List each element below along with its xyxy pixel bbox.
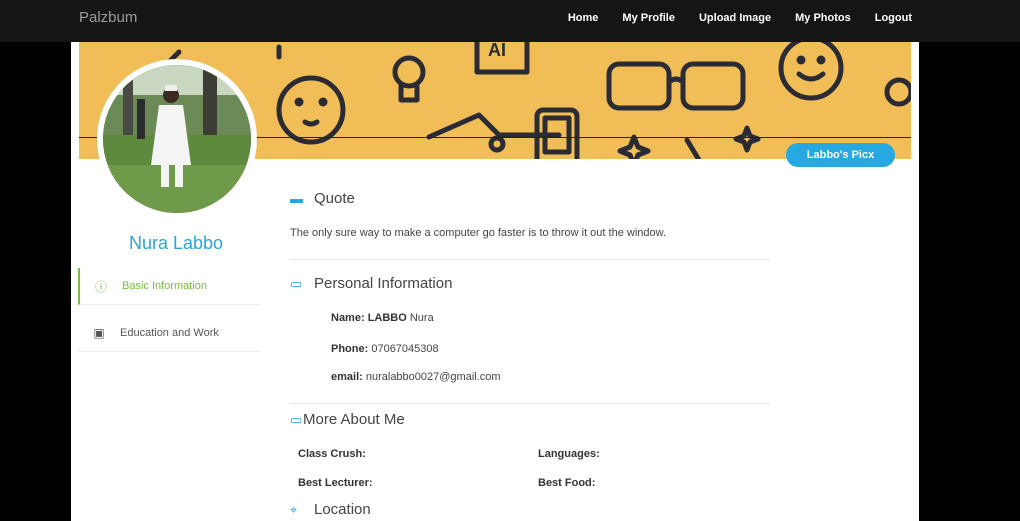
info-icon: ⓘ [94, 279, 107, 294]
avatar-ring [97, 59, 257, 219]
quote-text: The only sure way to make a computer go … [290, 227, 667, 239]
divider [290, 259, 770, 260]
avatar[interactable] [103, 65, 251, 213]
personal-info-title: Personal Information [314, 275, 453, 292]
sidebar-item-education-and-work[interactable]: ▣ Education and Work [78, 315, 259, 352]
nav-logout[interactable]: Logout [875, 12, 912, 24]
quote-title: Quote [314, 190, 355, 207]
name-surname: LABBO [367, 312, 407, 324]
avatar-photo [103, 65, 251, 213]
navbar: Palzbum Home My Profile Upload Image My … [0, 0, 1020, 42]
class-crush-label: Class Crush: [298, 448, 366, 460]
languages-label: Languages: [538, 448, 600, 460]
phone-label: Phone: [331, 343, 369, 355]
profile-name: Nura Labbo [128, 233, 224, 253]
email-value: nuralabbo0027@gmail.com [362, 371, 501, 383]
briefcase-icon: ▭ [290, 411, 303, 427]
nav-links: Home My Profile Upload Image My Photos L… [544, 12, 912, 24]
phone-field: Phone: 07067045308 [331, 343, 439, 355]
book-icon: ▬ [290, 191, 303, 206]
quote-heading: ▬ Quote [290, 190, 355, 207]
nav-upload-image[interactable]: Upload Image [699, 12, 771, 24]
location-heading: ⌖ Location [290, 501, 371, 518]
nav-my-profile[interactable]: My Profile [622, 12, 675, 24]
name-given: Nura [406, 312, 434, 324]
sidebar-item-label: Education and Work [120, 327, 219, 339]
more-about-me-heading: ▭ More About Me [290, 411, 405, 428]
name-label: Name: [331, 312, 365, 324]
divider [290, 403, 770, 404]
map-pin-icon: ⌖ [290, 501, 298, 517]
nav-my-photos[interactable]: My Photos [795, 12, 851, 24]
location-title: Location [314, 501, 371, 518]
sidebar-item-label: Basic Information [122, 280, 207, 292]
name-field: Name: LABBO Nura [331, 312, 434, 324]
email-label: email: [331, 371, 363, 383]
best-lecturer-label: Best Lecturer: [298, 477, 373, 489]
briefcase-icon: ▣ [93, 326, 105, 340]
svg-text:AI: AI [488, 42, 506, 60]
more-about-me-title: More About Me [303, 411, 405, 428]
nav-home[interactable]: Home [568, 12, 599, 24]
briefcase-icon: ▭ [290, 275, 303, 291]
phone-value: 07067045308 [368, 343, 439, 355]
cover-photo-button[interactable]: Labbo's Picx [786, 143, 895, 167]
email-field: email: nuralabbo0027@gmail.com [331, 371, 501, 383]
personal-info-heading: ▭ Personal Information [290, 275, 452, 292]
sidebar-item-basic-information[interactable]: ⓘ Basic Information [78, 268, 259, 305]
profile-page: AI Labbo's Picx Nura Labbo ⓘ Basic Infor… [71, 42, 919, 521]
brand-logo[interactable]: Palzbum [79, 9, 137, 26]
best-food-label: Best Food: [538, 477, 596, 489]
